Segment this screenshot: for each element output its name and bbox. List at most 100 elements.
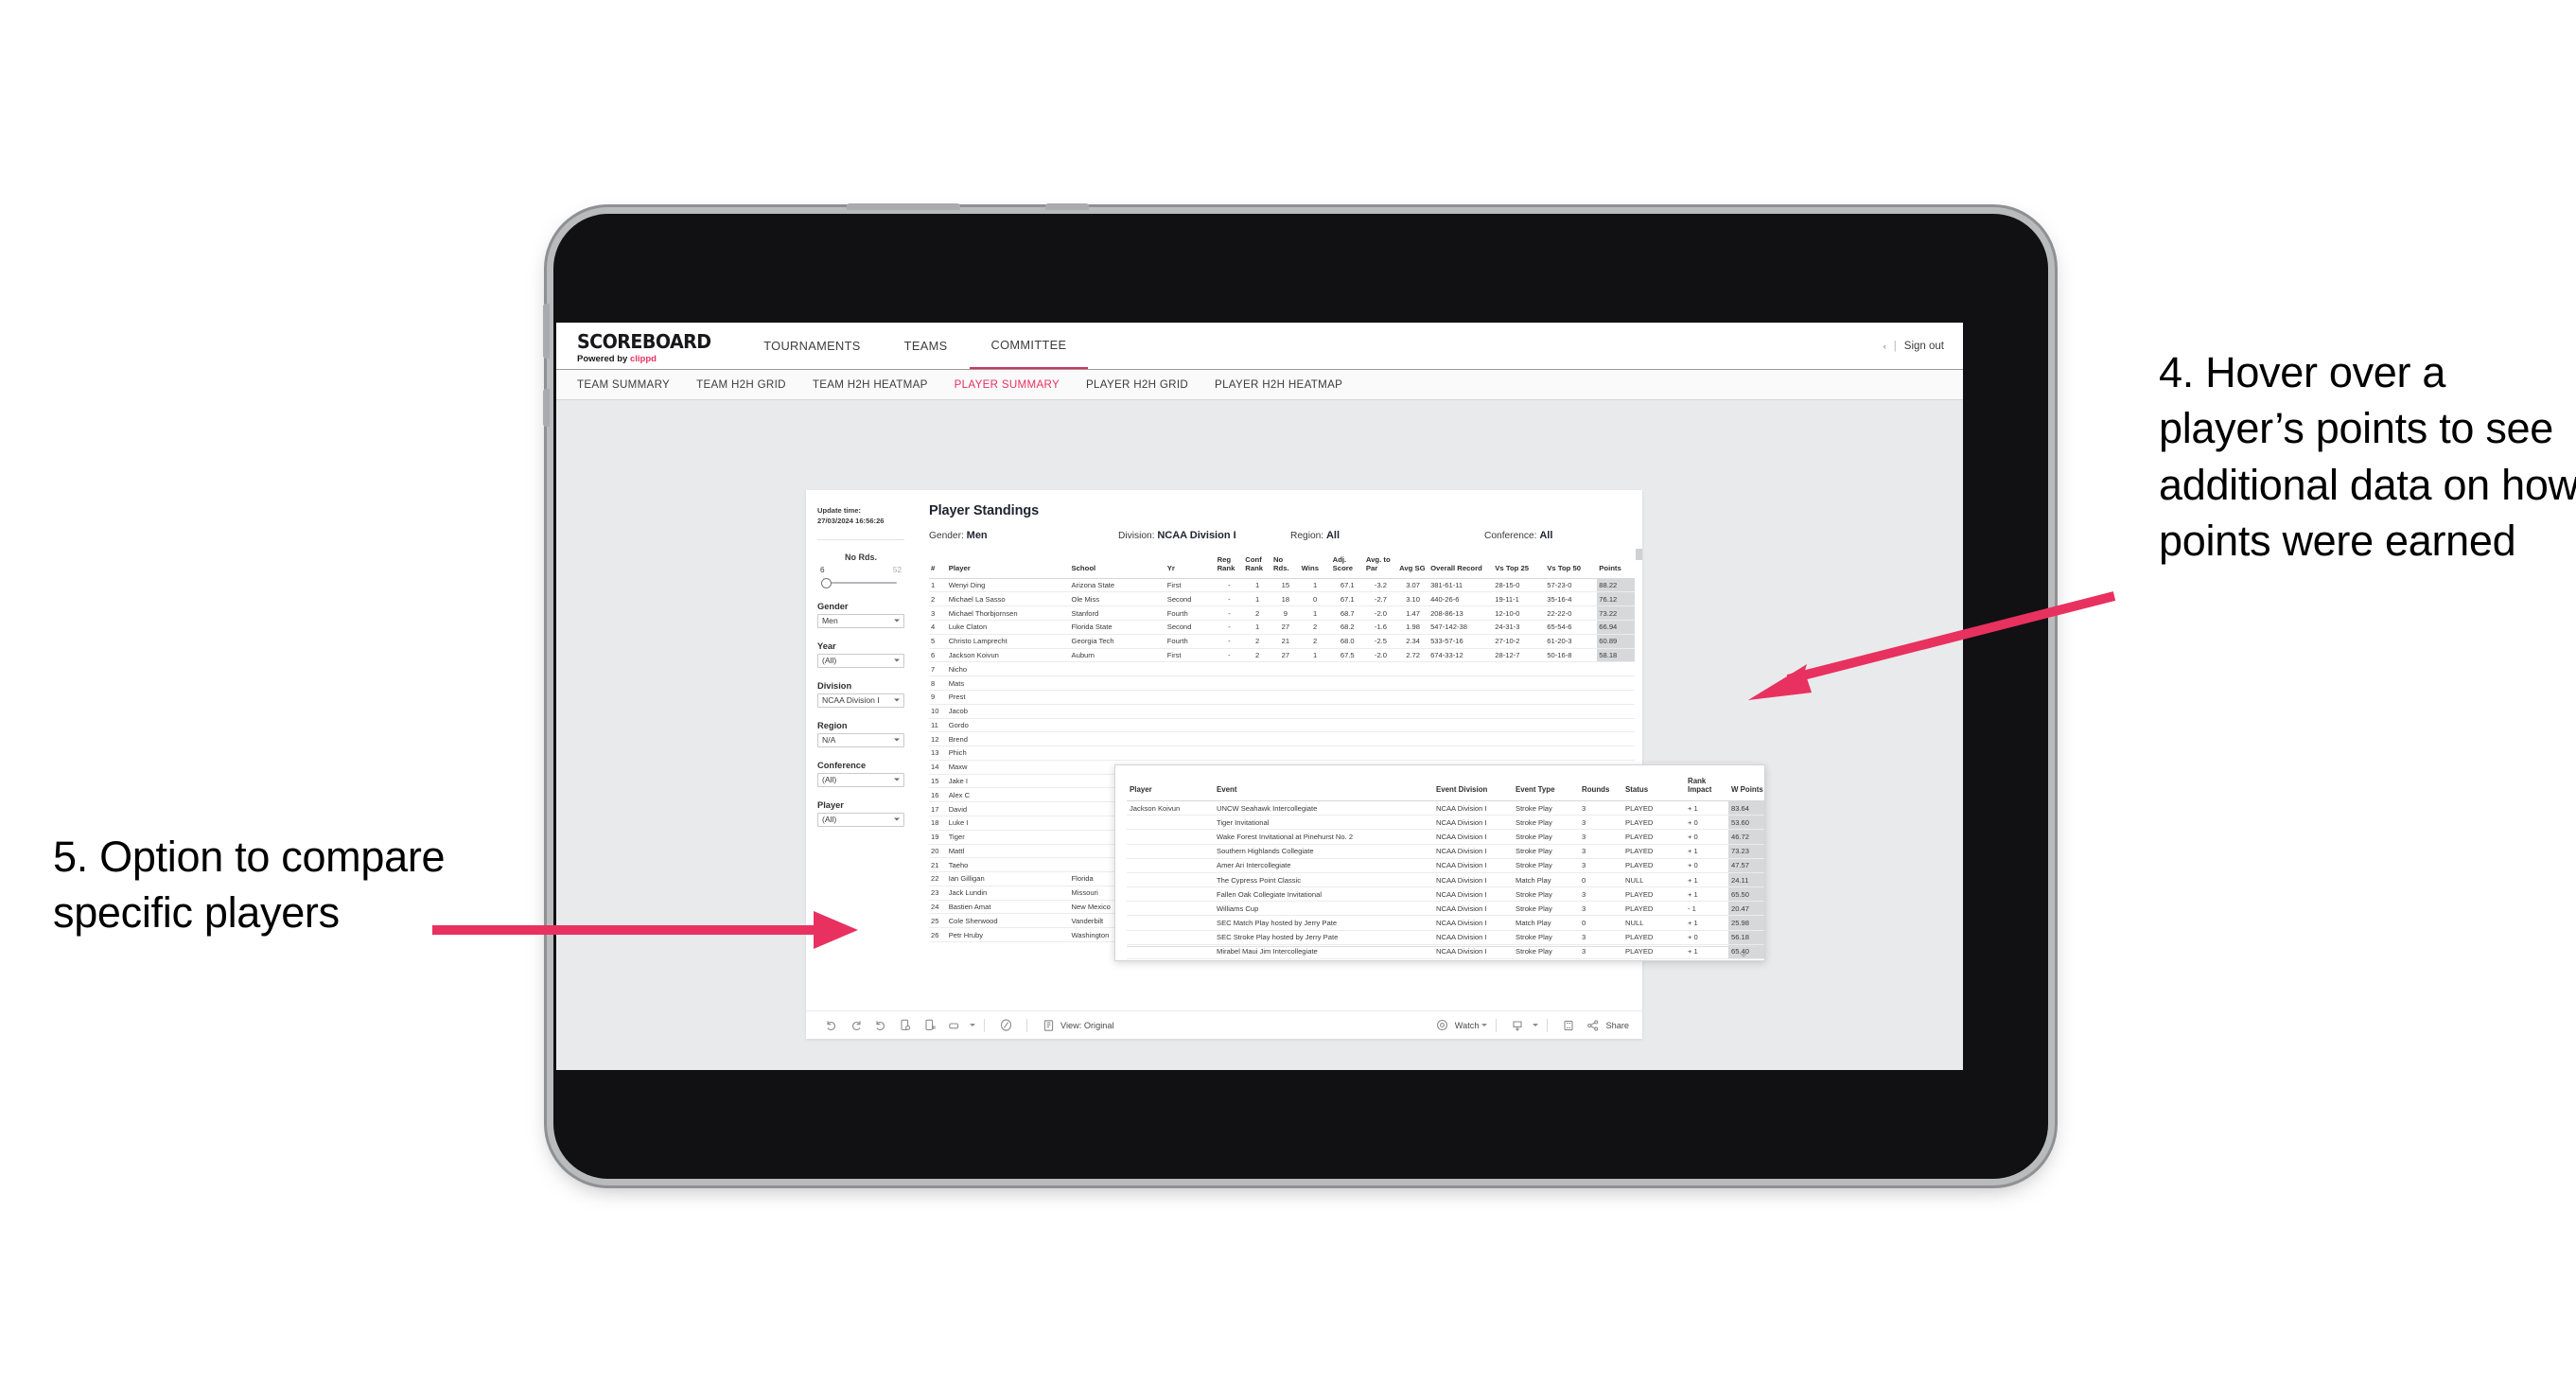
table-row[interactable]: 2 Michael La Sasso Ole Miss Second -1 18 0 67.1… (929, 591, 1635, 607)
visualization-panel: Update time: 27/03/2024 16:56:26 No Rds.… (806, 490, 1765, 1039)
tooltip-cell: - 1 (1685, 901, 1728, 917)
table-row[interactable]: 13 Phich (929, 746, 1635, 761)
col-player[interactable]: Player (946, 553, 1070, 579)
filter-select-gender[interactable]: Men (817, 613, 904, 628)
pause-auto-update-icon[interactable] (918, 1016, 942, 1035)
table-cell: 1 (1243, 578, 1271, 593)
tab-team-h2h-grid[interactable]: TEAM H2H GRID (696, 378, 786, 391)
top-navigation: TOURNAMENTS TEAMS COMMITTEE (742, 323, 1089, 369)
table-row[interactable]: 10 Jacob (929, 704, 1635, 719)
tooltip-cell: Amer Ari Intercollegiate (1214, 858, 1433, 873)
table-row[interactable]: 1 Wenyi Ding Arizona State First -1 15 1 67.1 -3… (929, 578, 1635, 593)
filter-select-conference[interactable]: (All) (817, 772, 904, 787)
watch-label[interactable]: Watch (1455, 1021, 1480, 1030)
table-cell: Georgia Tech (1069, 634, 1165, 649)
download-icon[interactable] (1505, 1016, 1530, 1035)
undo-icon[interactable] (819, 1016, 844, 1035)
col-conf-rank[interactable]: Conf Rank (1243, 553, 1271, 579)
sign-out-link[interactable]: Sign out (1904, 341, 1944, 352)
volume-button-down (543, 389, 550, 427)
vertical-scrollbar[interactable] (1636, 549, 1642, 560)
brand-logo[interactable]: SCOREBOARD Powered by clippd (556, 323, 742, 369)
nav-item-committee[interactable]: COMMITTEE (969, 323, 1089, 369)
chevron-down-icon[interactable] (1740, 954, 1747, 957)
table-row[interactable]: 4 Luke Claton Florida State Second -1 27 2 68.2… (929, 620, 1635, 635)
col-avg-sg[interactable]: Avg SG (1397, 553, 1429, 579)
chevron-down-icon[interactable] (970, 1024, 975, 1026)
table-cell: Maxw (946, 760, 1070, 775)
tt-col-rounds: Rounds (1579, 775, 1622, 801)
view-original-icon[interactable] (1036, 1016, 1060, 1035)
nav-item-teams[interactable]: TEAMS (883, 323, 970, 369)
chevron-down-icon[interactable] (1533, 1024, 1539, 1026)
chevron-down-icon[interactable] (1481, 1024, 1488, 1026)
tooltip-cell: Stroke Play (1513, 930, 1579, 945)
filter-select-division[interactable]: NCAA Division I (817, 693, 904, 708)
table-cell: - (1215, 605, 1244, 622)
col-wins[interactable]: Wins (1299, 553, 1331, 579)
table-row[interactable]: 12 Brend (929, 731, 1635, 747)
table-cell (1330, 675, 1364, 691)
table-cell: Michael Thorbjornsen (946, 605, 1070, 622)
table-row[interactable]: 11 Gordo (929, 718, 1635, 733)
table-cell: 15 (929, 774, 947, 789)
brand-powered-by: Powered by (577, 354, 628, 365)
table-cell: 18 (929, 816, 947, 831)
col-vs-top-25[interactable]: Vs Top 25 (1493, 553, 1546, 579)
col-overall-record[interactable]: Overall Record (1428, 553, 1494, 579)
table-cell: -1.6 (1363, 620, 1398, 635)
share-label[interactable]: Share (1605, 1021, 1629, 1030)
col-year[interactable]: Yr (1165, 553, 1216, 579)
table-row[interactable]: 8 Mats (929, 675, 1635, 691)
slider-handle[interactable] (821, 577, 832, 588)
col-adj-score[interactable]: Adj. Score (1330, 553, 1364, 579)
col-rank[interactable]: # (929, 553, 947, 579)
table-cell: 67.5 (1330, 648, 1364, 663)
fullscreen-icon[interactable] (1556, 1016, 1581, 1035)
revert-icon[interactable] (868, 1016, 893, 1035)
tab-team-summary[interactable]: TEAM SUMMARY (577, 378, 670, 391)
pause-refresh-icon[interactable] (993, 1016, 1018, 1035)
slider-track[interactable] (817, 577, 904, 588)
col-points[interactable]: Points (1597, 553, 1635, 579)
view-original-label[interactable]: View: Original (1060, 1021, 1114, 1030)
table-cell: Ole Miss (1069, 591, 1165, 607)
table-row[interactable]: 3 Michael Thorbjornsen Stanford Fourth -2 9 1 6… (929, 605, 1635, 622)
table-cell: Alex C (946, 787, 1070, 803)
custom-view-icon[interactable] (942, 1016, 967, 1035)
filter-select-region[interactable]: N/A (817, 732, 904, 747)
tooltip-cell: PLAYED (1622, 886, 1685, 903)
table-cell (1270, 746, 1300, 761)
tab-player-h2h-grid[interactable]: PLAYER H2H GRID (1086, 378, 1188, 391)
redo-icon[interactable] (844, 1016, 868, 1035)
table-cell: 208-86-13 (1428, 605, 1494, 622)
filter-select-player[interactable]: (All) (817, 812, 904, 827)
table-cell (1243, 675, 1271, 691)
table-cell: 547-142-38 (1428, 620, 1494, 635)
no-rounds-slider[interactable]: No Rds. 6 52 (817, 553, 904, 588)
col-vs-top-50[interactable]: Vs Top 50 (1545, 553, 1598, 579)
filter-select-year[interactable]: (All) (817, 653, 904, 668)
table-cell: 58.18 (1597, 648, 1635, 663)
col-no-rds[interactable]: No Rds. (1270, 553, 1300, 579)
chevron-left-icon[interactable]: ‹ (1884, 342, 1886, 351)
table-cell (1363, 690, 1398, 705)
refresh-data-icon[interactable] (893, 1016, 918, 1035)
table-cell: - (1215, 591, 1244, 607)
col-reg-rank[interactable]: Reg Rank (1215, 553, 1244, 579)
share-icon[interactable] (1581, 1016, 1605, 1035)
filter-group-year: Year (All) (817, 641, 904, 668)
table-cell (1270, 704, 1300, 719)
watch-icon[interactable] (1430, 1016, 1455, 1035)
nav-item-tournaments[interactable]: TOURNAMENTS (742, 323, 882, 369)
col-avg-to-par[interactable]: Avg. to Par (1363, 553, 1398, 579)
table-row[interactable]: 5 Christo Lamprecht Georgia Tech Fourth -2 21… (929, 634, 1635, 649)
tab-player-summary[interactable]: PLAYER SUMMARY (955, 378, 1060, 391)
col-school[interactable]: School (1069, 553, 1165, 579)
tab-player-h2h-heatmap[interactable]: PLAYER H2H HEATMAP (1215, 378, 1342, 391)
filter-value-gender: Men (822, 616, 838, 626)
tab-team-h2h-heatmap[interactable]: TEAM H2H HEATMAP (813, 378, 928, 391)
table-row[interactable]: 7 Nicho (929, 661, 1635, 677)
table-row[interactable]: 9 Prest (929, 690, 1635, 705)
table-row[interactable]: 6 Jackson Koivun Auburn First -2 27 1 67.5 -2.0 2… (929, 648, 1635, 663)
